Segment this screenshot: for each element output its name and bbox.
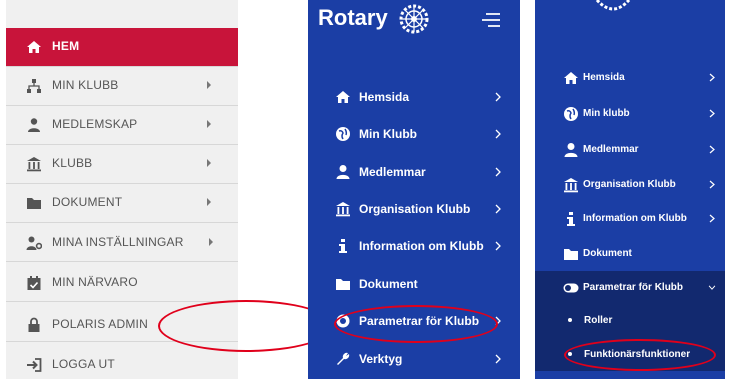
sidebar-item-label: Parametrar för Klubb: [583, 282, 684, 293]
lock-icon: [28, 317, 40, 332]
rotary-wheel-icon: [595, 0, 631, 11]
chevron-right-icon: [709, 109, 715, 118]
user-icon: [28, 118, 40, 132]
sidebar-blue-expanded: Hemsida Min klubb Medlemmar Organisation…: [535, 0, 725, 379]
home-icon: [27, 41, 41, 53]
sidebar-item-label: Medlemmar: [583, 144, 639, 155]
sidebar-item-organisation-klubb[interactable]: Organisation Klubb: [308, 191, 520, 227]
folder-icon: [564, 249, 578, 260]
user-icon: [336, 165, 350, 179]
wrench-icon: [337, 352, 350, 365]
sidebar-item-hemsida[interactable]: Hemsida: [535, 61, 725, 95]
sidebar-item-verktyg[interactable]: Verktyg: [308, 341, 520, 377]
sidebar-item-logga-ut[interactable]: LOGGA UT: [6, 346, 238, 384]
sidebar-item-label: HEM: [52, 39, 80, 53]
sidebar-item-label: MINA INSTÄLLNINGAR: [52, 235, 184, 249]
building-icon: [564, 178, 578, 193]
user-icon: [564, 143, 578, 157]
globe-icon: [564, 107, 578, 121]
chevron-right-icon: [495, 129, 501, 139]
sidebar-item-label: Dokument: [359, 277, 418, 291]
divider: [6, 261, 238, 262]
sidebar-item-dokument[interactable]: DOKUMENT: [6, 184, 238, 222]
calendar-check-icon: [27, 276, 41, 290]
sidebar-item-medlemmar[interactable]: Medlemmar: [308, 154, 520, 190]
sidebar-item-label: Verktyg: [359, 352, 403, 366]
sidebar-item-information-om-klubb[interactable]: Information om Klubb: [535, 202, 725, 236]
chevron-right-icon: [495, 204, 501, 214]
sidebar-subitem-roller[interactable]: Roller: [535, 305, 725, 337]
chevron-right-icon: [709, 180, 715, 189]
sidebar-item-label: DOKUMENT: [52, 195, 123, 209]
sidebar-item-label: Organisation Klubb: [359, 202, 471, 216]
chevron-right-icon: [209, 238, 213, 246]
sidebar-item-klubb[interactable]: KLUBB: [6, 145, 238, 183]
globe-icon: [336, 127, 350, 141]
chevron-down-icon: [708, 285, 716, 290]
sidebar-item-min-klubb[interactable]: Min klubb: [535, 97, 725, 131]
sidebar-item-label: Hemsida: [583, 72, 625, 83]
info-icon: [339, 239, 347, 253]
sidebar-item-dokument[interactable]: Dokument: [308, 266, 520, 302]
rotary-wheel-icon: [399, 4, 429, 34]
chevron-right-icon: [495, 167, 501, 177]
sidebar-item-label: Organisation Klubb: [583, 179, 676, 190]
sidebar-item-label: MEDLEMSKAP: [52, 117, 138, 131]
sidebar-item-medlemmar[interactable]: Medlemmar: [535, 133, 725, 167]
sidebar-item-label: Dokument: [583, 248, 632, 259]
info-icon: [567, 212, 575, 226]
sidebar-item-label: Min klubb: [583, 108, 630, 119]
sidebar-item-min-narvaro[interactable]: MIN NÄRVARO: [6, 264, 238, 302]
annotation-circle: [334, 305, 498, 343]
sidebar-item-information-om-klubb[interactable]: Information om Klubb: [308, 228, 520, 264]
sidebar-item-label: Medlemmar: [359, 165, 426, 179]
chevron-right-icon: [495, 92, 501, 102]
sidebar-item-label: KLUBB: [52, 156, 93, 170]
sidebar-item-label: POLARIS ADMIN: [52, 317, 148, 331]
hamburger-menu-icon[interactable]: [480, 11, 502, 29]
sidebar-subitem-label: Roller: [584, 315, 613, 326]
toggle-icon: [563, 283, 579, 293]
users-gear-icon: [26, 236, 42, 250]
chevron-right-icon: [495, 354, 501, 364]
sidebar-item-hem[interactable]: HEM: [6, 28, 238, 66]
chevron-right-icon: [207, 198, 211, 206]
sidebar-item-label: MIN NÄRVARO: [52, 275, 138, 289]
sidebar-item-organisation-klubb[interactable]: Organisation Klubb: [535, 168, 725, 202]
sidebar-item-parametrar-for-klubb[interactable]: Parametrar för Klubb: [535, 271, 725, 305]
divider: [6, 222, 238, 223]
sidebar-item-min-klubb[interactable]: MIN KLUBB: [6, 67, 238, 105]
org-chart-icon: [27, 79, 41, 93]
sidebar-item-label: LOGGA UT: [52, 357, 115, 371]
annotation-circle: [564, 339, 716, 371]
brand-logo-text: Rotary: [318, 5, 388, 30]
folder-icon: [27, 198, 41, 209]
sidebar-item-hemsida[interactable]: Hemsida: [308, 79, 520, 115]
logout-icon: [27, 358, 42, 372]
sidebar-item-label: Min Klubb: [359, 127, 417, 141]
sidebar-item-label: Hemsida: [359, 90, 410, 104]
sidebar-item-label: MIN KLUBB: [52, 78, 119, 92]
chevron-right-icon: [709, 214, 715, 223]
home-icon: [564, 72, 578, 84]
bullet: [568, 318, 572, 322]
sidebar-item-dokument[interactable]: Dokument: [535, 237, 725, 271]
chevron-right-icon: [207, 159, 211, 167]
building-icon: [336, 202, 350, 217]
sidebar-item-label: Information om Klubb: [359, 239, 484, 253]
chevron-right-icon: [207, 120, 211, 128]
sidebar-item-medlemskap[interactable]: MEDLEMSKAP: [6, 106, 238, 144]
sidebar-item-min-klubb[interactable]: Min Klubb: [308, 116, 520, 152]
folder-icon: [336, 279, 350, 290]
home-icon: [336, 91, 350, 103]
sidebar-item-mina-installningar[interactable]: MINA INSTÄLLNINGAR: [6, 224, 238, 262]
chevron-right-icon: [709, 73, 715, 82]
sidebar-item-label: Information om Klubb: [583, 213, 687, 224]
chevron-right-icon: [495, 241, 501, 251]
chevron-right-icon: [207, 81, 211, 89]
building-icon: [27, 157, 41, 172]
chevron-right-icon: [709, 145, 715, 154]
divider: [6, 301, 238, 302]
